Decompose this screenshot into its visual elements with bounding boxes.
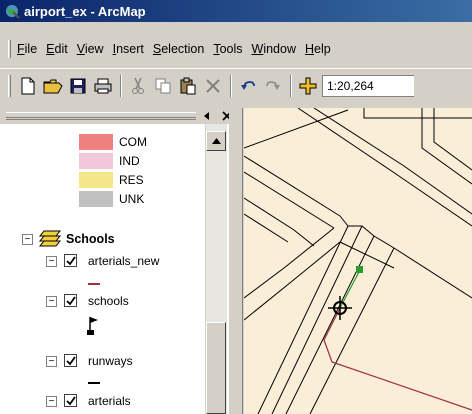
printer-icon — [94, 78, 112, 93]
checkmark-icon — [65, 355, 76, 365]
map-scale-input[interactable]: 1:20,264 — [322, 74, 414, 97]
save-button[interactable] — [67, 75, 89, 97]
checkbox-arterials[interactable] — [64, 394, 77, 407]
toolbar-separator — [120, 74, 122, 97]
collapse-left-icon[interactable] — [203, 111, 211, 121]
cut-button[interactable] — [127, 75, 149, 97]
arrow-up-icon — [211, 138, 221, 144]
legend-item: IND — [79, 153, 140, 169]
menubar-grip[interactable] — [8, 40, 11, 58]
save-disk-icon — [70, 78, 86, 93]
legend-swatch-ind — [79, 153, 113, 169]
standard-toolbar: 1:20,264 — [0, 68, 472, 102]
scroll-thumb[interactable] — [206, 322, 226, 414]
open-button[interactable] — [42, 75, 64, 97]
line-symbol — [88, 283, 100, 285]
add-data-button[interactable] — [297, 75, 319, 97]
legend-item: UNK — [79, 191, 144, 207]
toolbar-grip[interactable] — [8, 74, 11, 97]
toc-dock-header[interactable] — [0, 108, 244, 124]
map-canvas[interactable] — [244, 108, 472, 414]
menu-bar: File Edit View Insert Selection Tools Wi… — [0, 36, 472, 62]
legend-label: IND — [119, 154, 140, 168]
copy-icon — [155, 78, 171, 93]
checkmark-icon — [65, 295, 76, 305]
legend-swatch-com — [79, 134, 113, 150]
delete-button[interactable] — [202, 75, 224, 97]
menu-window[interactable]: Window — [252, 42, 296, 56]
redo-icon — [266, 80, 280, 90]
legend-label: RES — [119, 173, 144, 187]
new-document-button[interactable] — [17, 75, 39, 97]
layer-name: runways — [88, 354, 133, 368]
title-bar: airport_ex - ArcMap — [0, 0, 472, 22]
menu-edit[interactable]: Edit — [46, 42, 68, 56]
layer-name: arterials_new — [88, 254, 160, 268]
undo-icon — [241, 80, 255, 90]
legend-item: COM — [79, 134, 147, 150]
toolbar-separator — [230, 74, 232, 97]
window-title: airport_ex - ArcMap — [24, 3, 146, 19]
add-data-plus-icon — [299, 77, 317, 94]
layer-name: schools — [88, 294, 129, 308]
checkbox-arterials-new[interactable] — [64, 254, 77, 267]
start-point — [356, 266, 363, 273]
menu-selection[interactable]: Selection — [153, 42, 204, 56]
layer-name: arterials — [88, 394, 131, 408]
arcmap-globe-icon — [5, 4, 20, 19]
legend-swatch-res — [79, 172, 113, 188]
new-document-icon — [21, 77, 35, 94]
toc-splitter[interactable] — [229, 108, 243, 414]
expander-arterials-new[interactable]: − — [46, 256, 57, 267]
layer-group-icon — [38, 230, 62, 247]
menu-tools[interactable]: Tools — [213, 42, 242, 56]
legend-label: UNK — [119, 192, 145, 206]
checkmark-icon — [65, 255, 76, 265]
legend-item: RES — [79, 172, 144, 188]
school-flag-icon — [87, 317, 98, 335]
scroll-up-button[interactable] — [206, 131, 226, 151]
line-symbol — [88, 382, 100, 384]
paste-clipboard-icon — [180, 77, 196, 94]
map-display[interactable] — [244, 108, 472, 414]
scissors-icon — [132, 77, 144, 94]
expander-schools[interactable]: − — [22, 234, 33, 245]
legend-label: COM — [119, 135, 147, 149]
delete-x-icon — [206, 78, 220, 93]
menu-insert[interactable]: Insert — [113, 42, 144, 56]
expander-schools-layer[interactable]: − — [46, 296, 57, 307]
print-button[interactable] — [92, 75, 114, 97]
open-folder-icon — [43, 79, 63, 93]
redo-button[interactable] — [262, 75, 284, 97]
menu-help[interactable]: Help — [305, 42, 331, 56]
checkbox-runways[interactable] — [64, 354, 77, 367]
expander-arterials[interactable]: − — [46, 396, 57, 407]
legend-swatch-unk — [79, 191, 113, 207]
checkmark-icon — [65, 395, 76, 405]
undo-button[interactable] — [237, 75, 259, 97]
paste-button[interactable] — [177, 75, 199, 97]
toolbar-separator — [290, 74, 292, 97]
copy-button[interactable] — [152, 75, 174, 97]
menu-file[interactable]: File — [17, 42, 37, 56]
group-layer-name: Schools — [66, 232, 115, 246]
expander-runways[interactable]: − — [46, 356, 57, 367]
menu-view[interactable]: View — [77, 42, 104, 56]
checkbox-schools[interactable] — [64, 294, 77, 307]
